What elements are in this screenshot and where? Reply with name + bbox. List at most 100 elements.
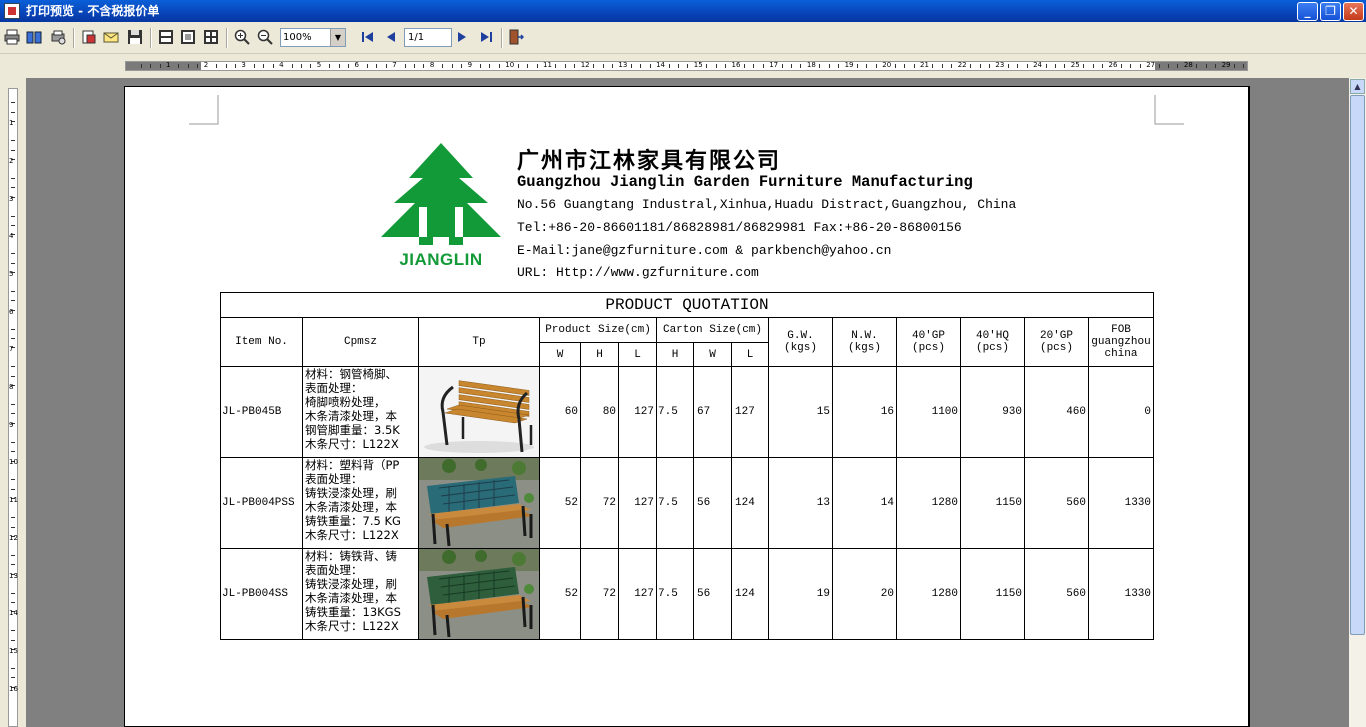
multi-page-icon	[204, 30, 218, 44]
ruler-number: 9	[9, 420, 14, 429]
print-button[interactable]	[2, 27, 22, 47]
product-w-cell: 52	[539, 548, 581, 640]
vertical-scrollbar[interactable]: ▲	[1349, 78, 1366, 727]
zoom-out-button[interactable]	[255, 27, 275, 47]
gp40-cell: 1100	[896, 366, 961, 458]
item-no-cell: JL-PB004SS	[220, 548, 303, 640]
ruler-tick	[11, 404, 15, 406]
first-page-button[interactable]	[358, 27, 378, 47]
ruler-tick	[611, 64, 613, 68]
ruler-number: 11	[543, 61, 552, 69]
horizontal-ruler: 1 2 3 4 5 6 7 8 9 10 11 12 13 14 15 16 17 18 19 20 21 22 23 24 2…	[0, 54, 1366, 78]
quotation-table: PRODUCT QUOTATION Item No. Cpmsz Tp Prod…	[220, 292, 1154, 640]
ruler-tick	[1168, 64, 1170, 68]
table-row: JL-PB045B 材料：钢管椅脚、 表面处理： 椅脚喷粉处理， 木条清漆处理，…	[220, 366, 1154, 458]
envelope-icon	[103, 32, 119, 43]
scroll-thumb[interactable]	[1350, 95, 1365, 635]
gp20-cell: 560	[1024, 548, 1089, 640]
ruler-number: 29	[1221, 61, 1231, 69]
zoom-in-button[interactable]	[232, 27, 252, 47]
ruler-number: 7	[392, 61, 397, 69]
ruler-tick	[1064, 64, 1066, 68]
ruler-tick	[385, 64, 387, 68]
ruler-number: 11	[9, 496, 18, 505]
ruler-tick	[753, 64, 755, 68]
prev-page-button[interactable]	[381, 27, 401, 47]
close-button[interactable]: ✕	[1343, 2, 1364, 21]
ruler-tick	[602, 64, 604, 68]
gw-cell: 19	[768, 548, 833, 640]
ruler-number: 13	[618, 61, 628, 69]
ruler-tick	[762, 64, 764, 68]
ruler-tick	[800, 64, 802, 68]
print-setup-icon	[51, 30, 66, 45]
ruler-tick	[11, 375, 15, 377]
desc-line: 木条尺寸：L122X	[305, 619, 399, 633]
description-cell: 材料：钢管椅脚、 表面处理： 椅脚喷粉处理， 木条清漆处理，本 钢管脚重量：3.…	[302, 366, 419, 458]
zoom-value: 100%	[283, 32, 312, 43]
ruler-tick	[1026, 64, 1028, 68]
scroll-up-icon[interactable]: ▲	[1350, 79, 1365, 94]
ruler-tick	[668, 64, 670, 68]
ruler-tick	[1158, 64, 1160, 68]
header-tp: Tp	[418, 317, 540, 367]
ruler-number: 5	[9, 269, 14, 278]
ruler-tick	[11, 592, 15, 594]
minimize-button[interactable]: _	[1297, 2, 1318, 21]
ruler-tick	[743, 64, 745, 68]
company-email: E-Mail:jane@gzfurniture.com & parkbench@…	[517, 243, 892, 258]
ruler-tick	[11, 526, 15, 528]
save-button[interactable]	[125, 27, 145, 47]
page-setup-icon	[82, 30, 96, 44]
product-l-cell: 127	[618, 548, 657, 640]
email-button[interactable]	[101, 27, 121, 47]
product-h-cell: 72	[580, 548, 619, 640]
ruler-tick	[857, 64, 859, 68]
desc-line: 材料：钢管椅脚、	[305, 367, 397, 382]
header-ps-h: H	[580, 342, 619, 367]
ruler-tick	[781, 64, 783, 68]
ruler-tick	[536, 64, 538, 68]
ruler-tick	[253, 64, 255, 68]
horizontal-ruler-strip: 1 2 3 4 5 6 7 8 9 10 11 12 13 14 15 16 17 18 19 20 21 22 23 24 2…	[125, 61, 1248, 71]
print-setup-button[interactable]	[48, 27, 68, 47]
header-gw: G.W. (kgs)	[768, 317, 833, 367]
ruler-number: 24	[1033, 61, 1043, 69]
header-cpmsz: Cpmsz	[302, 317, 419, 367]
fob-cell: 1330	[1088, 457, 1154, 549]
ruler-number: 2	[9, 156, 14, 165]
desc-line: 铸铁浸漆处理，刷	[305, 486, 397, 500]
page-setup-button[interactable]	[79, 27, 99, 47]
ruler-number: 12	[9, 533, 18, 542]
ruler-number: 17	[769, 61, 779, 69]
ruler-tick	[941, 64, 943, 68]
photo-cell	[418, 366, 540, 458]
multi-page-button[interactable]	[201, 27, 221, 47]
last-page-button[interactable]	[476, 27, 496, 47]
company-name-en: Guangzhou Jianglin Garden Furniture Manu…	[517, 173, 973, 191]
zoom-select[interactable]: 100% ▼	[280, 28, 346, 47]
item-no-cell: JL-PB045B	[220, 366, 303, 458]
gw-cell: 13	[768, 457, 833, 549]
export-button[interactable]	[156, 27, 176, 47]
ruler-number: 12	[580, 61, 590, 69]
single-page-button[interactable]	[178, 27, 198, 47]
book-button[interactable]	[24, 27, 44, 47]
company-name-cn: 广州市江林家具有限公司	[517, 148, 782, 174]
ruler-tick	[11, 102, 15, 104]
gp40-cell: 1280	[896, 548, 961, 640]
carton-w-cell: 56	[693, 548, 732, 640]
restore-button[interactable]: ❐	[1320, 2, 1341, 21]
next-page-button[interactable]	[452, 27, 472, 47]
page-number-input[interactable]: 1/1	[404, 28, 452, 47]
ruler-number: 6	[354, 61, 359, 69]
exit-button[interactable]	[506, 27, 526, 47]
chevron-down-icon[interactable]: ▼	[330, 29, 345, 46]
ruler-number: 26	[1108, 61, 1118, 69]
ruler-tick	[11, 215, 15, 217]
desc-line: 木条清漆处理，本	[305, 591, 397, 605]
ruler-number: 8	[9, 383, 14, 392]
ruler-tick	[291, 64, 293, 68]
ruler-tick	[11, 630, 15, 632]
ruler-tick	[451, 64, 453, 68]
